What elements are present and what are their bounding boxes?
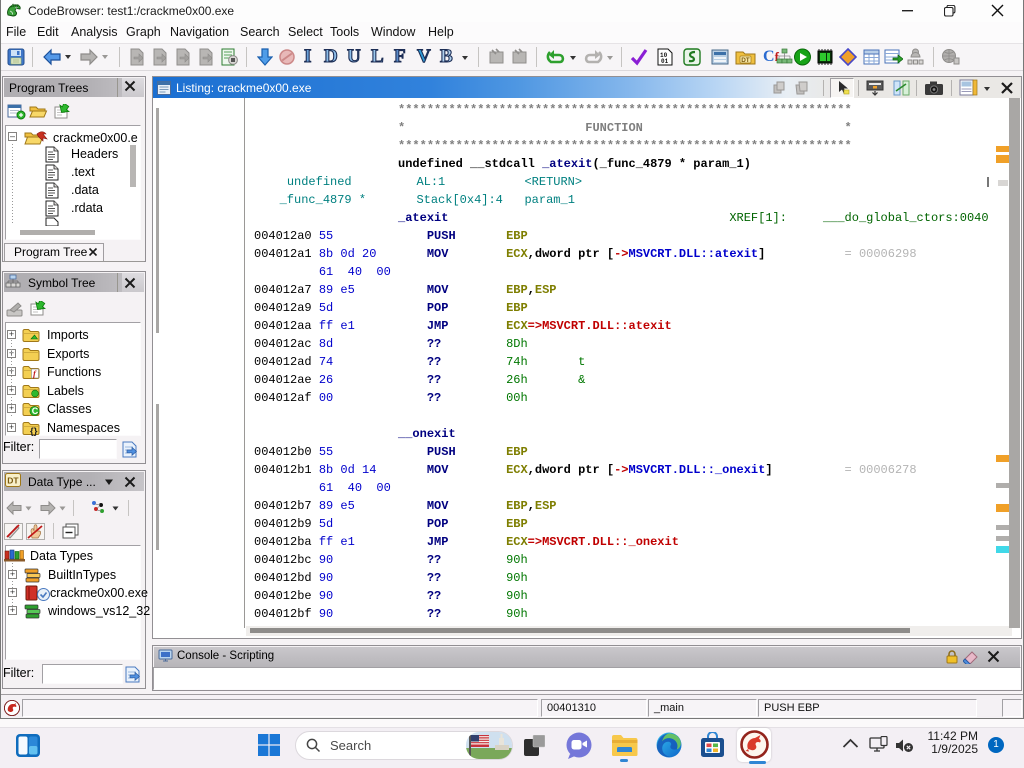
svg-text:DT: DT [741,57,750,64]
svg-text:{}: {} [30,426,38,436]
svg-text:DT: DT [7,476,19,486]
svg-text:01: 01 [661,58,669,65]
svg-text:C: C [32,406,39,416]
